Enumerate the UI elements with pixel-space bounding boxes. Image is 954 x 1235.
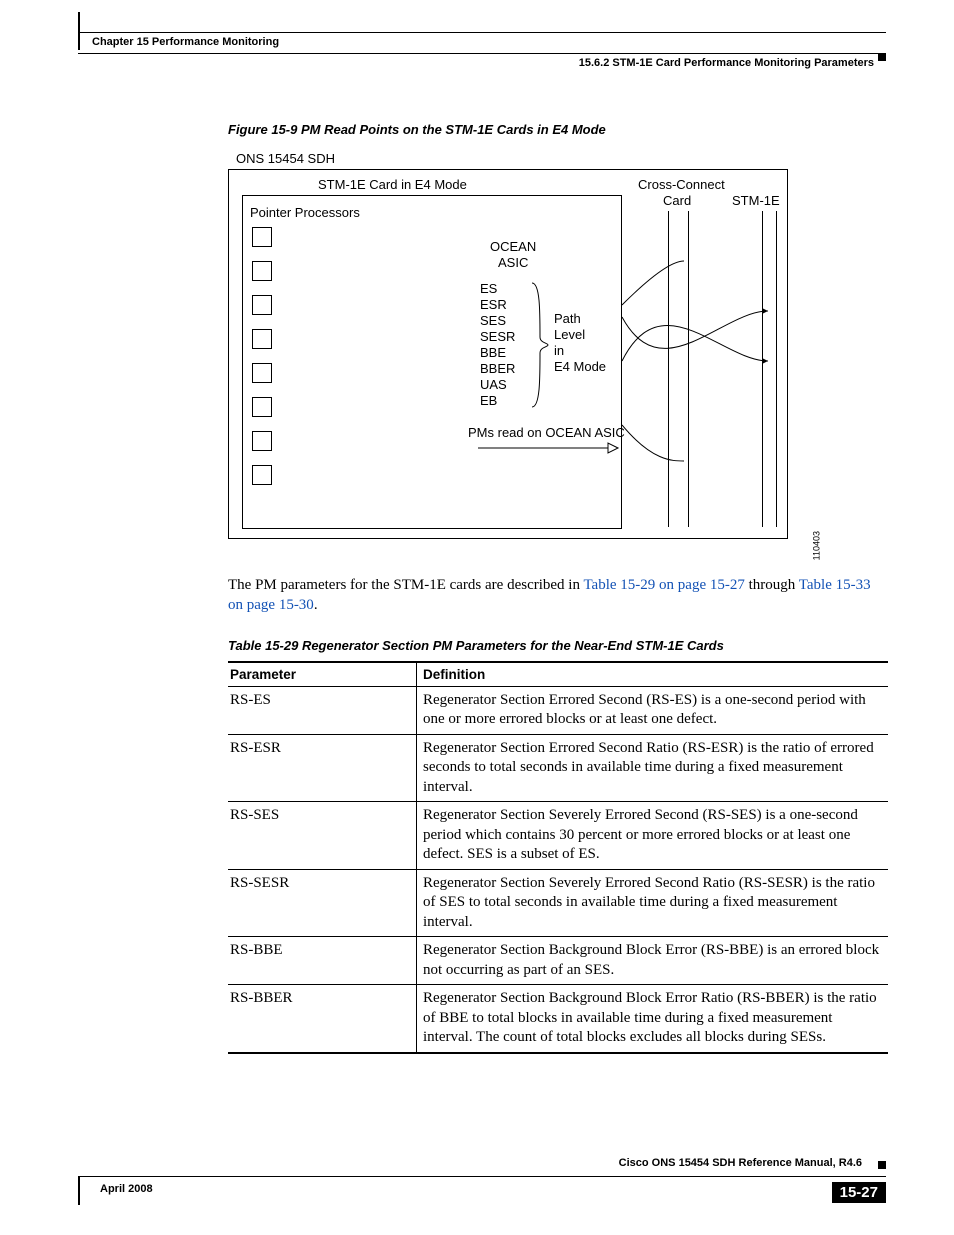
fig-label-pp: Pointer Processors [250,205,360,221]
fig-label-top: ONS 15454 SDH [236,151,335,167]
cell-def: Regenerator Section Errored Second (RS-E… [417,686,889,734]
fig-brace [528,281,550,409]
header-chapter: Chapter 15 Performance Monitoring [92,36,279,48]
figure-caption: Figure 15-9 PM Read Points on the STM-1E… [228,122,888,137]
figure-diagram: ONS 15454 SDH STM-1E Card in E4 Mode Poi… [228,151,888,551]
fig-path2: Level [554,327,585,343]
cell-param: RS-BBER [228,985,417,1053]
table-row: RS-SESR Regenerator Section Severely Err… [228,869,888,937]
header-right-mark [878,53,886,61]
cell-param: RS-SESR [228,869,417,937]
fig-id: 110403 [811,531,821,560]
fig-label-ocean1: OCEAN [490,239,536,255]
footer-date: April 2008 [100,1183,153,1195]
footer-manual-title: Cisco ONS 15454 SDH Reference Manual, R4… [619,1157,862,1169]
fig-path1: Path [554,311,581,327]
table-caption: Table 15-29 Regenerator Section PM Param… [228,638,888,653]
footer-right-mark [878,1161,886,1169]
col-parameter: Parameter [228,662,417,687]
fig-stm: STM-1E [732,193,780,209]
header-bottom-rule [78,53,886,54]
fig-pm-bbe: BBE [480,345,506,361]
col-definition: Definition [417,662,889,687]
fig-pm-es: ES [480,281,497,297]
cell-def: Regenerator Section Background Block Err… [417,985,889,1053]
table-row: RS-SES Regenerator Section Severely Erro… [228,802,888,870]
fig-label-card: STM-1E Card in E4 Mode [318,177,467,193]
fig-pm-eb: EB [480,393,497,409]
fig-cc1: Cross-Connect [638,177,725,193]
body-text-c: . [314,597,318,613]
footer-rule [78,1176,886,1177]
body-text-b: through [745,577,799,593]
table-pm-parameters: Parameter Definition RS-ES Regenerator S… [228,661,888,1054]
footer-page-number: 15-27 [832,1182,886,1203]
header-section: 15.6.2 STM-1E Card Performance Monitorin… [579,57,874,69]
fig-arrow-icon [478,441,628,455]
fig-path4: E4 Mode [554,359,606,375]
table-row: RS-ESR Regenerator Section Errored Secon… [228,734,888,802]
cell-def: Regenerator Section Severely Errored Sec… [417,802,889,870]
fig-cross-lines [622,211,782,471]
cell-def: Regenerator Section Background Block Err… [417,937,889,985]
fig-pm-uas: UAS [480,377,507,393]
body-text-a: The PM parameters for the STM-1E cards a… [228,577,583,593]
fig-pm-sesr: SESR [480,329,515,345]
table-row: RS-BBER Regenerator Section Background B… [228,985,888,1053]
table-row: RS-BBE Regenerator Section Background Bl… [228,937,888,985]
cell-param: RS-BBE [228,937,417,985]
cell-def: Regenerator Section Errored Second Ratio… [417,734,889,802]
table-row: RS-ES Regenerator Section Errored Second… [228,686,888,734]
cell-param: RS-ES [228,686,417,734]
fig-cc2: Card [663,193,691,209]
fig-pm-bber: BBER [480,361,515,377]
cell-def: Regenerator Section Severely Errored Sec… [417,869,889,937]
body-paragraph: The PM parameters for the STM-1E cards a… [228,575,888,616]
fig-pm-ses: SES [480,313,506,329]
footer-left-mark [78,1177,84,1205]
fig-pm-esr: ESR [480,297,507,313]
fig-label-ocean2: ASIC [498,255,528,271]
fig-foot: PMs read on OCEAN ASIC [468,425,625,441]
fig-path3: in [554,343,564,359]
header-top-rule [78,32,886,33]
link-table-15-29[interactable]: Table 15-29 on page 15-27 [583,577,744,593]
header-left-mark [78,12,84,50]
cell-param: RS-ESR [228,734,417,802]
cell-param: RS-SES [228,802,417,870]
